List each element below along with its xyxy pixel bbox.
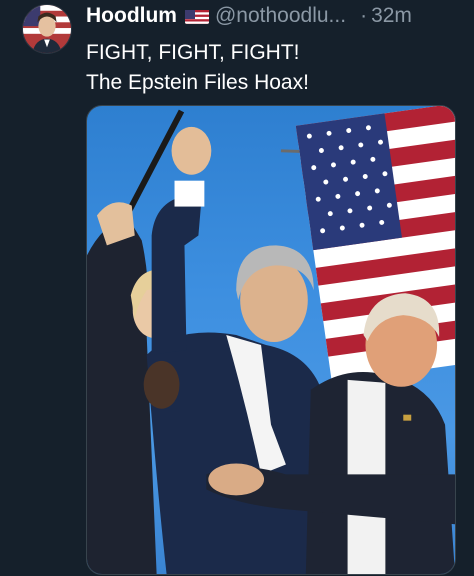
timestamp[interactable]: 32m [371, 4, 412, 28]
tweet-text-line-2: The Epstein Files Hoax! [86, 71, 309, 94]
us-flag-icon [184, 8, 209, 24]
tweet-text: FIGHT, FIGHT, FIGHT! The Epstein Files H… [86, 38, 464, 98]
tweet: Hoodlum @nothoodlu... · 32m FIGHT, FIGHT… [0, 0, 474, 576]
avatar-image [23, 5, 71, 53]
user-handle[interactable]: @nothoodlu... [215, 4, 346, 28]
tweet-header: Hoodlum @nothoodlu... · 32m [86, 4, 464, 28]
avatar[interactable] [22, 4, 72, 54]
separator-dot: · [360, 4, 368, 27]
tweet-media-image[interactable] [86, 105, 456, 575]
tweet-text-line-1: FIGHT, FIGHT, FIGHT! [86, 41, 300, 64]
photo-illustration [87, 106, 455, 574]
display-name[interactable]: Hoodlum [86, 4, 177, 28]
